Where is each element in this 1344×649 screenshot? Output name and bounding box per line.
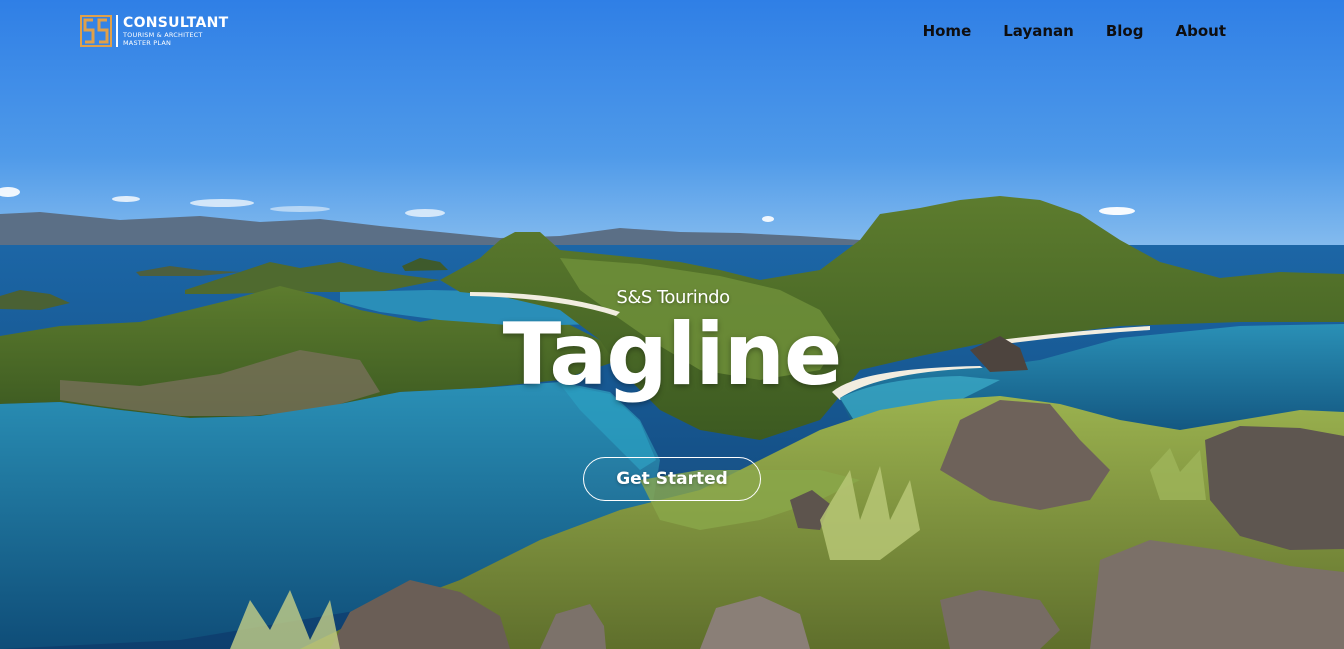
brand-logo[interactable]: CONSULTANT TOURISM & ARCHITECT MASTER PL… <box>80 14 229 48</box>
get-started-button[interactable]: Get Started <box>583 457 761 501</box>
hero-content: S&S Tourindo Tagline <box>0 287 1344 401</box>
logo-title: CONSULTANT <box>123 15 229 31</box>
nav-home[interactable]: Home <box>923 22 972 40</box>
nav-layanan[interactable]: Layanan <box>1003 22 1074 40</box>
nav-about[interactable]: About <box>1175 22 1226 40</box>
nav-blog[interactable]: Blog <box>1106 22 1144 40</box>
main-menu: Home Layanan Blog About <box>923 22 1226 40</box>
logo-mark-icon <box>80 15 112 47</box>
top-navbar: CONSULTANT TOURISM & ARCHITECT MASTER PL… <box>0 0 1344 66</box>
logo-subtitle-1: TOURISM & ARCHITECT <box>123 31 203 39</box>
logo-text: CONSULTANT TOURISM & ARCHITECT MASTER PL… <box>123 15 229 47</box>
hero-tagline: Tagline <box>502 305 843 405</box>
logo-divider <box>116 15 118 47</box>
logo-subtitle-2: MASTER PLAN <box>123 39 172 47</box>
